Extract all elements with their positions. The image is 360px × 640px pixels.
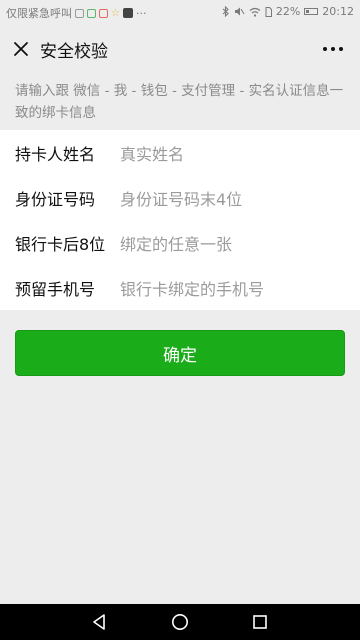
more-notifications: ··· xyxy=(135,6,147,20)
card-last-digits-input[interactable]: 绑定的任意一张 xyxy=(120,231,345,255)
form-row-cardholder-name: 持卡人姓名 真实姓名 xyxy=(0,130,360,175)
confirm-button[interactable]: 确定 xyxy=(15,330,345,376)
app-notification-icon xyxy=(75,8,84,18)
star-icon: ☆ xyxy=(111,7,120,19)
page-title: 安全校验 xyxy=(40,42,108,62)
close-button[interactable] xyxy=(8,36,34,62)
wifi-icon xyxy=(249,7,261,17)
status-right: 22% 20:12 xyxy=(222,5,354,18)
cardholder-name-input[interactable]: 真实姓名 xyxy=(120,141,345,165)
system-nav-bar xyxy=(0,604,360,640)
screen: 仅限紧急呼叫 ☆ ··· 22% 20:12 安全校验 请输入跟 微信 - 我 … xyxy=(0,0,360,640)
recents-button[interactable] xyxy=(236,604,284,640)
form-row-phone: 预留手机号 银行卡绑定的手机号 xyxy=(0,265,360,310)
phone-input[interactable]: 银行卡绑定的手机号 xyxy=(120,276,345,300)
id-number-input[interactable]: 身份证号码末4位 xyxy=(120,186,345,210)
cardholder-name-label: 持卡人姓名 xyxy=(15,144,96,164)
recents-square-icon xyxy=(253,615,267,629)
app-notification-icon-2 xyxy=(99,8,108,18)
mute-icon xyxy=(234,7,245,16)
form-row-card-last-digits: 银行卡后8位 绑定的任意一张 xyxy=(0,220,360,265)
clock: 20:12 xyxy=(322,5,354,18)
carrier-text: 仅限紧急呼叫 xyxy=(6,7,72,20)
verification-form: 持卡人姓名 真实姓名 身份证号码 身份证号码末4位 银行卡后8位 绑定的任意一张… xyxy=(0,130,360,310)
battery-icon xyxy=(304,8,319,15)
close-icon xyxy=(14,42,28,56)
more-button[interactable] xyxy=(318,36,348,62)
home-circle-icon xyxy=(172,614,188,630)
bluetooth-icon xyxy=(222,6,229,17)
nav-bar: 安全校验 xyxy=(0,24,360,74)
phone-label: 预留手机号 xyxy=(15,279,96,299)
form-row-id-number: 身份证号码 身份证号码末4位 xyxy=(0,175,360,220)
more-dot-icon xyxy=(323,47,327,51)
back-button[interactable] xyxy=(75,604,123,640)
card-last-digits-label: 银行卡后8位 xyxy=(15,234,106,254)
more-dot-icon xyxy=(339,47,343,51)
battery-percent: 22% xyxy=(275,5,301,18)
instruction-text: 请输入跟 微信 - 我 - 钱包 - 支付管理 - 实名认证信息一致的绑卡信息 xyxy=(15,83,344,121)
tiktok-icon xyxy=(122,8,133,18)
wechat-notification-icon xyxy=(87,8,96,18)
home-button[interactable] xyxy=(156,604,204,640)
status-bar: 仅限紧急呼叫 ☆ ··· 22% 20:12 xyxy=(0,0,360,24)
sim-icon xyxy=(265,6,272,17)
id-number-label: 身份证号码 xyxy=(15,189,96,209)
status-left: 仅限紧急呼叫 ☆ ··· xyxy=(6,5,146,21)
back-triangle-icon xyxy=(93,614,105,630)
more-dot-icon xyxy=(331,47,335,51)
